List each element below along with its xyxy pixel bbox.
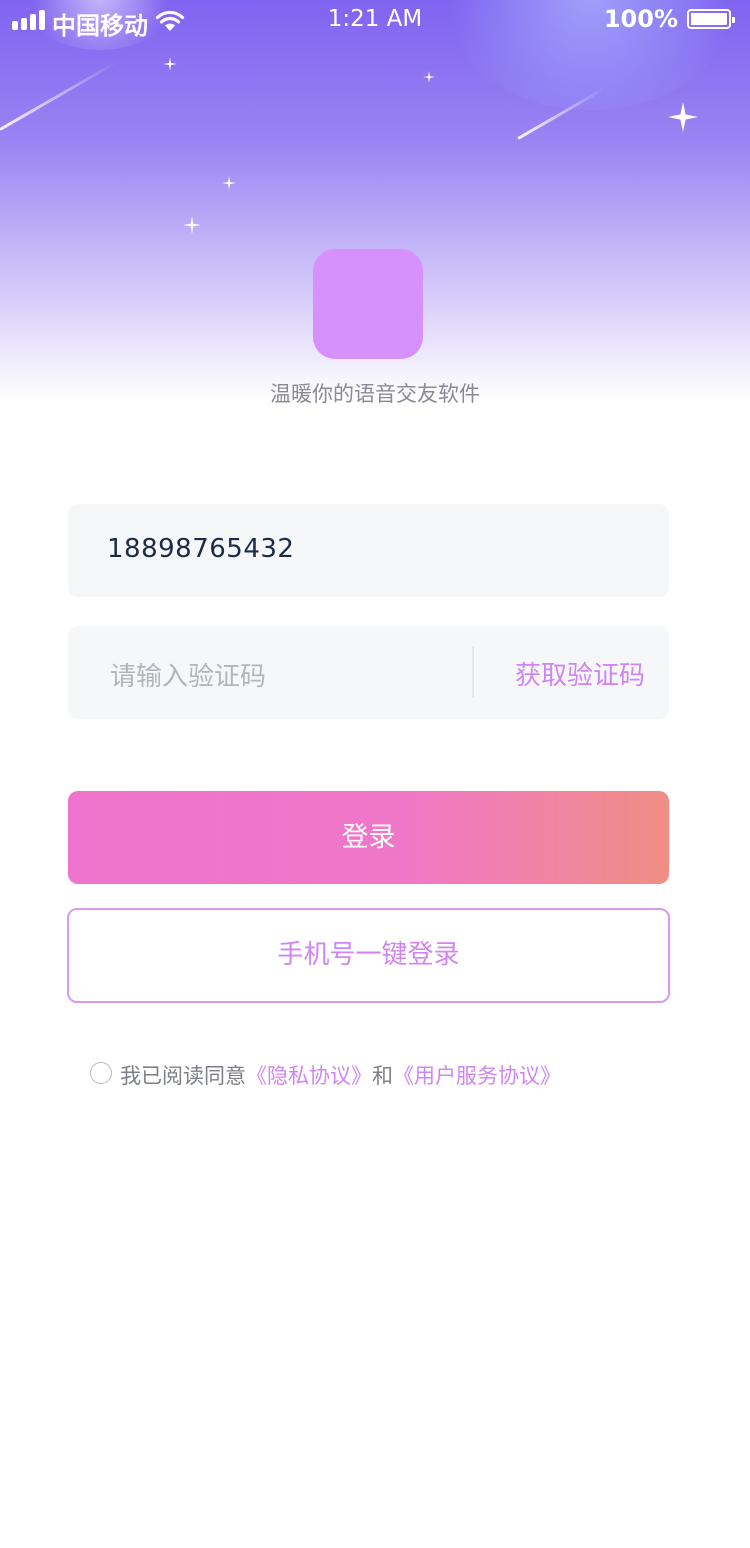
phone-input-value[interactable]: 18898765432	[107, 534, 294, 564]
battery-icon	[687, 9, 735, 29]
field-divider	[472, 646, 474, 698]
sparkle-icon	[423, 71, 435, 83]
phone-input[interactable]: 18898765432	[68, 504, 669, 597]
code-input[interactable]: 请输入验证码	[110, 656, 266, 693]
app-slogan: 温暖你的语音交友软件	[270, 382, 480, 406]
sparkle-icon	[163, 57, 177, 71]
privacy-link[interactable]: 《隐私协议》	[246, 1064, 372, 1088]
radio-unchecked-icon[interactable]	[90, 1062, 112, 1084]
status-bar: 中国移动 1:21 AM 100%	[0, 0, 750, 42]
meteor-streak	[0, 60, 118, 131]
sparkle-icon	[222, 176, 236, 190]
agreement-and: 和	[372, 1064, 393, 1088]
get-code-button[interactable]: 获取验证码	[515, 655, 645, 692]
agreement-prefix: 我已阅读同意	[120, 1064, 246, 1088]
service-link[interactable]: 《用户服务协议》	[393, 1064, 561, 1088]
verification-code-field: 请输入验证码 获取验证码	[68, 626, 669, 719]
sparkle-icon	[668, 102, 698, 132]
login-button[interactable]: 登录	[68, 791, 669, 884]
app-logo	[313, 249, 423, 359]
battery-percent: 100%	[603, 5, 678, 33]
one-key-login-button[interactable]: 手机号一键登录	[67, 908, 670, 1003]
sparkle-icon	[183, 216, 201, 234]
agreement-text: 我已阅读同意《隐私协议》和《用户服务协议》	[120, 1060, 561, 1090]
